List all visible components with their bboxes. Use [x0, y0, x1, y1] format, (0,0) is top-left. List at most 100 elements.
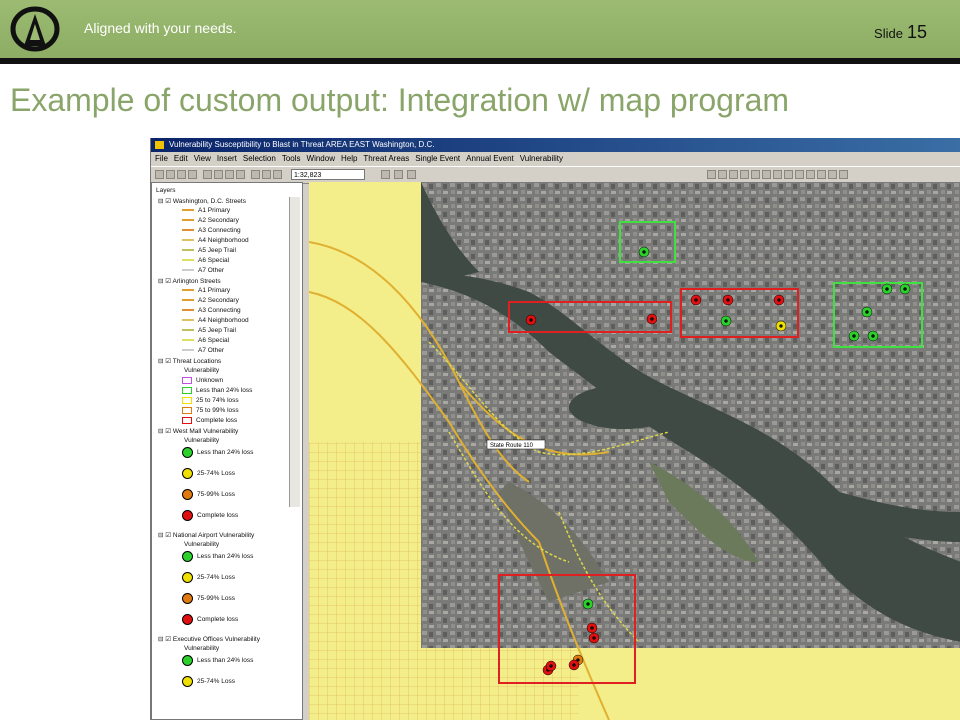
toc-legend-item[interactable]: A5 Jeep Trail	[182, 327, 236, 334]
toc-legend-item[interactable]: A7 Other	[182, 347, 224, 354]
toc-legend-item[interactable]: A4 Neighborhood	[182, 237, 249, 244]
toolbar-button[interactable]	[166, 170, 175, 179]
toc-layer[interactable]: ⊟ ☑ Threat Locations	[158, 357, 221, 365]
legend-symbol-icon	[182, 468, 193, 479]
toc-legend-item[interactable]: A1 Primary	[182, 287, 230, 294]
toolbar-button[interactable]	[806, 170, 815, 179]
company-logo	[10, 6, 60, 52]
toc-legend-item[interactable]: A6 Special	[182, 337, 229, 344]
toc-legend-item[interactable]: A7 Other	[182, 267, 224, 274]
map-canvas: State Route 110	[309, 182, 960, 720]
menu-item[interactable]: Tools	[282, 154, 301, 163]
menu-item[interactable]: Selection	[243, 154, 276, 163]
menu-item[interactable]: Help	[341, 154, 357, 163]
toolbar-button[interactable]	[828, 170, 837, 179]
toolbar-button[interactable]	[251, 170, 260, 179]
marker-center	[777, 298, 781, 302]
toc-legend-item[interactable]: Less than 24% loss	[182, 447, 253, 458]
toolbar-button[interactable]	[262, 170, 271, 179]
toc-legend-item-label: A2 Secondary	[198, 297, 239, 304]
toolbar-button[interactable]	[225, 170, 234, 179]
toc-legend-item[interactable]: 75 to 99% loss	[182, 407, 239, 414]
toc-legend-item[interactable]: A1 Primary	[182, 207, 230, 214]
toolbar-button[interactable]	[707, 170, 716, 179]
toc-legend-item[interactable]: 25-74% Loss	[182, 676, 235, 687]
toolbar-button[interactable]	[177, 170, 186, 179]
scale-input[interactable]: 1:32,823	[291, 169, 365, 180]
legend-symbol-icon	[182, 510, 193, 521]
toolbar-button[interactable]	[839, 170, 848, 179]
toc-legend-item[interactable]: 75-99% Loss	[182, 593, 235, 604]
slide-title: Example of custom output: Integration w/…	[10, 82, 790, 118]
toc-legend-item[interactable]: Less than 24% loss	[182, 387, 252, 394]
toc-legend-item[interactable]: A6 Special	[182, 257, 229, 264]
toolbar-button[interactable]	[762, 170, 771, 179]
toc-legend-item[interactable]: Less than 24% loss	[182, 655, 253, 666]
menu-item[interactable]: Window	[307, 154, 335, 163]
toc-layer-label: ⊟ ☑ Executive Offices Vulnerability	[158, 636, 260, 643]
toc-legend-item[interactable]: A2 Secondary	[182, 297, 239, 304]
toolbar-button[interactable]	[407, 170, 416, 179]
menu-item[interactable]: Edit	[174, 154, 188, 163]
toc-legend-item[interactable]: A3 Connecting	[182, 307, 241, 314]
menu-item[interactable]: Single Event	[415, 154, 460, 163]
toc-legend-item[interactable]: 25 to 74% loss	[182, 397, 239, 404]
toolbar-button[interactable]	[751, 170, 760, 179]
toc-sublabel[interactable]: Vulnerability	[184, 437, 219, 444]
toc-layer[interactable]: ⊟ ☑ National Airport Vulnerability	[158, 531, 254, 539]
marker-center	[572, 663, 576, 667]
menu-item[interactable]: Threat Areas	[363, 154, 409, 163]
toc-layer[interactable]: ⊟ ☑ Washington, D.C. Streets	[158, 197, 246, 205]
toolbar-button[interactable]	[817, 170, 826, 179]
toc-legend-item-label: A2 Secondary	[198, 217, 239, 224]
menu-item[interactable]: View	[194, 154, 211, 163]
toc-layer[interactable]: ⊟ ☑ Arlington Streets	[158, 277, 221, 285]
toolbar-button[interactable]	[188, 170, 197, 179]
map-view[interactable]: State Route 110	[309, 182, 960, 720]
toc-legend-item[interactable]: Complete loss	[182, 417, 237, 424]
toc-legend-item[interactable]: A3 Connecting	[182, 227, 241, 234]
legend-symbol-icon	[182, 349, 194, 352]
toc-scrollbar[interactable]	[289, 197, 300, 507]
toc-legend-item[interactable]: Less than 24% loss	[182, 551, 253, 562]
toolbar-button[interactable]	[718, 170, 727, 179]
toc-legend-item[interactable]: A5 Jeep Trail	[182, 247, 236, 254]
toolbar-button[interactable]	[784, 170, 793, 179]
toc-sublabel[interactable]: Vulnerability	[184, 645, 219, 652]
menu-item[interactable]: Insert	[217, 154, 237, 163]
toc-legend-item[interactable]: 75-99% Loss	[182, 489, 235, 500]
toc-layer[interactable]: ⊟ ☑ Executive Offices Vulnerability	[158, 635, 260, 643]
legend-symbol-icon	[182, 259, 194, 262]
toc-sublabel[interactable]: Vulnerability	[184, 367, 219, 374]
toc-legend-item[interactable]: 25-74% Loss	[182, 572, 235, 583]
menu-item[interactable]: Annual Event	[466, 154, 514, 163]
toc-legend-item[interactable]: 25-74% Loss	[182, 468, 235, 479]
toolbar-button[interactable]	[394, 170, 403, 179]
toolbar-button[interactable]	[740, 170, 749, 179]
toc-legend-item-label: Less than 24% loss	[197, 449, 254, 457]
toolbar-button[interactable]	[155, 170, 164, 179]
gis-window: Vulnerability Susceptibility to Blast in…	[150, 138, 960, 720]
toc-layer[interactable]: ⊟ ☑ West Mall Vulnerability	[158, 427, 238, 435]
toolbar-button[interactable]	[203, 170, 212, 179]
toolbar-button[interactable]	[273, 170, 282, 179]
toolbar-button[interactable]	[381, 170, 390, 179]
toc-legend-item[interactable]: A4 Neighborhood	[182, 317, 249, 324]
menu-item[interactable]: File	[155, 154, 168, 163]
legend-symbol-icon	[182, 572, 193, 583]
toc-legend-item[interactable]: Complete loss	[182, 510, 238, 521]
window-titlebar[interactable]: Vulnerability Susceptibility to Blast in…	[151, 138, 960, 152]
toc-legend-item-label: 25-74% Loss	[197, 678, 235, 686]
toolbar-button[interactable]	[236, 170, 245, 179]
toolbar-button[interactable]	[729, 170, 738, 179]
toc-root[interactable]: Layers	[156, 187, 176, 194]
toolbar-button[interactable]	[795, 170, 804, 179]
menu-item[interactable]: Vulnerability	[520, 154, 563, 163]
toolbar-button[interactable]	[214, 170, 223, 179]
legend-symbol-icon	[182, 407, 192, 414]
toc-legend-item[interactable]: A2 Secondary	[182, 217, 239, 224]
toc-legend-item[interactable]: Unknown	[182, 377, 223, 384]
toc-sublabel[interactable]: Vulnerability	[184, 541, 219, 548]
toolbar-button[interactable]	[773, 170, 782, 179]
toc-legend-item[interactable]: Complete loss	[182, 614, 238, 625]
